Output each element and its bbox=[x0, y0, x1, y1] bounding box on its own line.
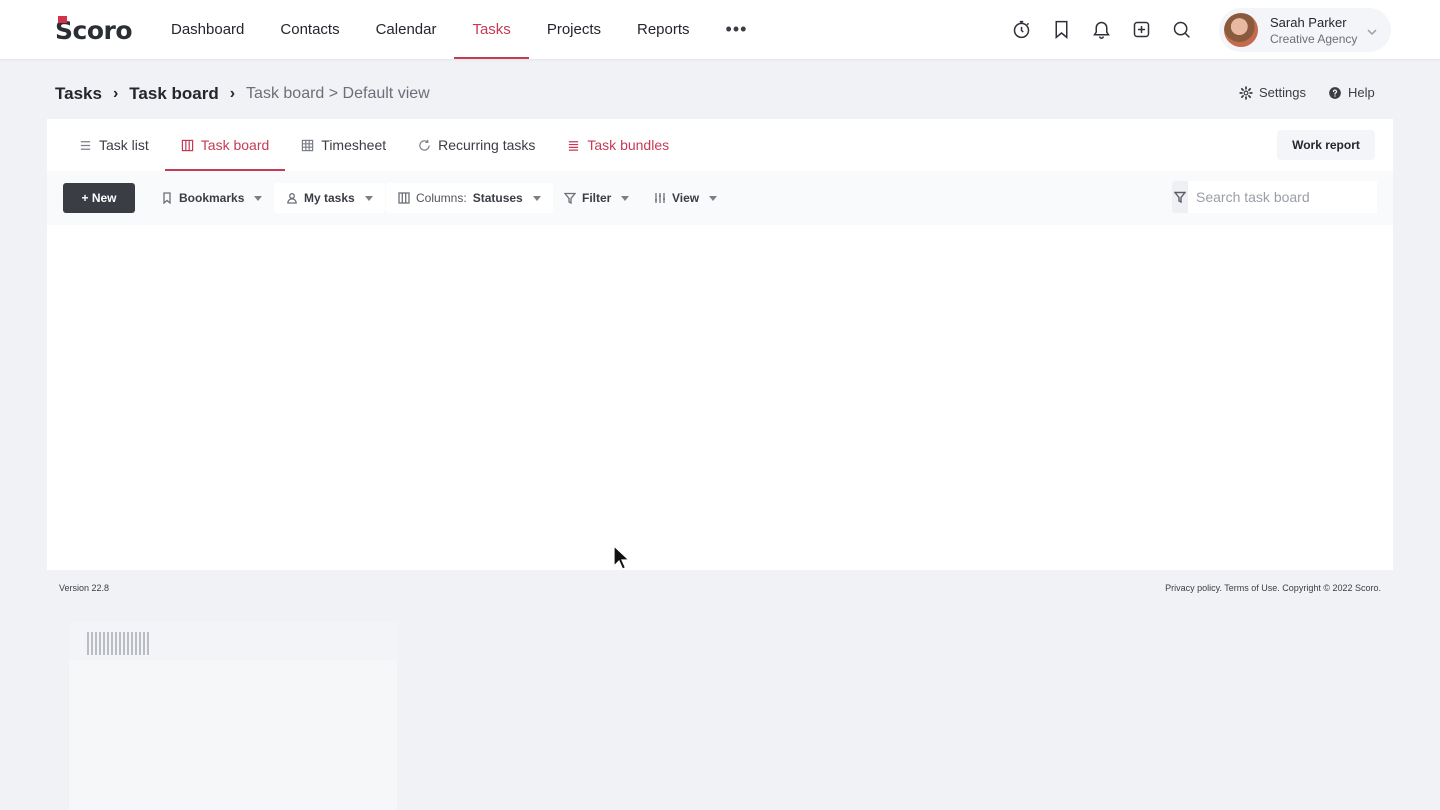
nav-projects[interactable]: Projects bbox=[529, 0, 619, 59]
nav-calendar[interactable]: Calendar bbox=[358, 0, 455, 59]
tab-recurring-tasks[interactable]: Recurring tasks bbox=[402, 119, 551, 171]
board-toolbar: + New Bookmarks My tasks Columns: Status… bbox=[47, 171, 1393, 225]
breadcrumb-task-board[interactable]: Task board bbox=[129, 84, 218, 104]
tab-label: Task bundles bbox=[587, 137, 670, 153]
filter-icon bbox=[564, 192, 576, 204]
add-icon[interactable] bbox=[1126, 14, 1156, 44]
top-icon-group bbox=[1006, 14, 1196, 44]
breadcrumb-separator: › bbox=[112, 85, 119, 102]
user-organization: Creative Agency bbox=[1270, 31, 1358, 46]
caret-down-icon bbox=[364, 195, 373, 201]
filter-label: Filter bbox=[582, 191, 612, 205]
bookmark-icon[interactable] bbox=[1046, 14, 1076, 44]
top-navigation-bar: Scoro Dashboard Contacts Calendar Tasks … bbox=[0, 0, 1440, 59]
board-icon bbox=[181, 139, 194, 151]
timer-icon[interactable] bbox=[1006, 14, 1036, 44]
avatar bbox=[1224, 13, 1258, 47]
tab-label: Recurring tasks bbox=[438, 137, 536, 153]
chevron-down-icon bbox=[1367, 24, 1377, 36]
caret-down-icon bbox=[532, 195, 541, 201]
my-tasks-dropdown[interactable]: My tasks bbox=[274, 183, 385, 213]
mouse-pointer-icon bbox=[613, 545, 631, 570]
breadcrumb-tasks[interactable]: Tasks bbox=[55, 84, 102, 104]
tab-task-list[interactable]: Task list bbox=[63, 119, 165, 171]
nav-reports[interactable]: Reports bbox=[619, 0, 708, 59]
tab-timesheet[interactable]: Timesheet bbox=[285, 119, 402, 171]
bookmark-icon bbox=[163, 192, 171, 204]
filter-dropdown[interactable]: Filter bbox=[552, 183, 641, 213]
loading-placeholder bbox=[87, 632, 149, 655]
caret-down-icon bbox=[621, 195, 630, 201]
legal-text[interactable]: Privacy policy. Terms of Use. Copyright … bbox=[1165, 583, 1381, 593]
list-icon bbox=[80, 140, 91, 150]
search-box bbox=[1172, 181, 1377, 213]
nav-contacts[interactable]: Contacts bbox=[262, 0, 357, 59]
caret-down-icon bbox=[709, 195, 718, 201]
tab-task-board[interactable]: Task board bbox=[164, 119, 286, 171]
search-task-board-input[interactable] bbox=[1188, 181, 1377, 213]
logo-mark bbox=[58, 16, 67, 23]
search-icon[interactable] bbox=[1166, 14, 1196, 44]
work-report-button[interactable]: Work report bbox=[1277, 130, 1375, 160]
breadcrumb: Tasks › Task board › Task board > Defaul… bbox=[55, 83, 430, 105]
breadcrumb-view: Task board > Default view bbox=[246, 85, 430, 102]
settings-button[interactable]: Settings bbox=[1239, 85, 1306, 100]
user-icon bbox=[287, 193, 297, 204]
my-tasks-label: My tasks bbox=[304, 191, 355, 205]
new-task-button[interactable]: + New bbox=[63, 183, 135, 213]
settings-label: Settings bbox=[1259, 85, 1306, 100]
columns-prefix: Columns: bbox=[416, 191, 467, 205]
sliders-icon bbox=[655, 193, 665, 203]
board-icon bbox=[398, 192, 410, 204]
search-filter-button[interactable] bbox=[1172, 181, 1188, 213]
page-actions: Settings Help bbox=[1239, 85, 1375, 100]
tab-task-bundles[interactable]: Task bundles bbox=[551, 119, 685, 171]
refresh-icon bbox=[419, 139, 430, 151]
task-board-card: Task list Task board Timesheet Recurring… bbox=[47, 119, 1393, 570]
filter-icon bbox=[1174, 191, 1186, 203]
help-label: Help bbox=[1347, 85, 1375, 100]
bell-icon[interactable] bbox=[1086, 14, 1116, 44]
help-button[interactable]: Help bbox=[1328, 85, 1375, 100]
loading-panel-header bbox=[69, 622, 397, 660]
nav-more-button[interactable]: ••• bbox=[708, 0, 766, 59]
tab-label: Task list bbox=[99, 137, 149, 153]
caret-down-icon bbox=[254, 195, 263, 201]
columns-value: Statuses bbox=[472, 191, 523, 205]
gear-icon bbox=[1239, 85, 1253, 100]
user-menu[interactable]: Sarah Parker Creative Agency bbox=[1219, 8, 1391, 52]
bundle-icon bbox=[569, 140, 579, 151]
bookmarks-label: Bookmarks bbox=[179, 191, 245, 205]
view-label: View bbox=[672, 191, 700, 205]
scoro-logo[interactable]: Scoro bbox=[55, 16, 135, 45]
tab-label: Task board bbox=[200, 137, 270, 153]
task-tabs: Task list Task board Timesheet Recurring… bbox=[63, 119, 685, 171]
help-icon bbox=[1329, 86, 1341, 99]
tab-label: Timesheet bbox=[321, 137, 387, 153]
nav-dashboard[interactable]: Dashboard bbox=[153, 0, 262, 59]
loading-panel bbox=[69, 622, 397, 810]
columns-dropdown[interactable]: Columns: Statuses bbox=[386, 183, 553, 213]
view-dropdown[interactable]: View bbox=[642, 183, 729, 213]
breadcrumb-separator: › bbox=[229, 85, 236, 102]
grid-icon bbox=[302, 139, 314, 151]
nav-tasks[interactable]: Tasks bbox=[454, 0, 530, 59]
main-nav: Dashboard Contacts Calendar Tasks Projec… bbox=[153, 0, 765, 59]
version-text: Version 22.8 bbox=[59, 583, 110, 593]
bookmarks-dropdown[interactable]: Bookmarks bbox=[149, 183, 274, 213]
user-name: Sarah Parker bbox=[1270, 14, 1347, 30]
